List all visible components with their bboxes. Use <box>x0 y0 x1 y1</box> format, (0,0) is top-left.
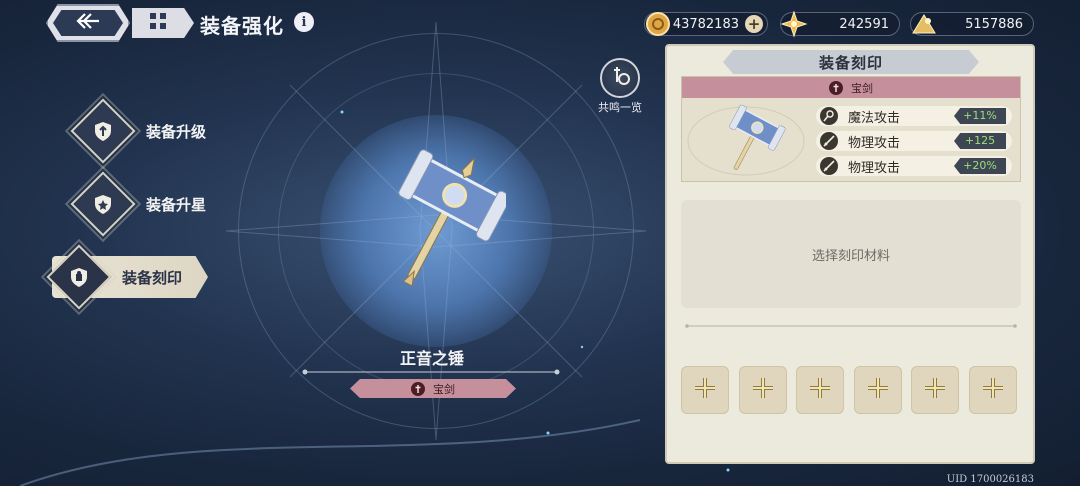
page-title: 装备强化 <box>200 14 284 38</box>
material-slot[interactable] <box>854 366 902 414</box>
card-type-label: 宝剑 <box>851 81 873 95</box>
stat-value: +125 <box>954 133 1006 149</box>
sword-icon <box>820 132 838 150</box>
plus-icon <box>750 375 776 405</box>
gold-value: 43782183 <box>672 16 739 32</box>
currency-gold: 43782183 + <box>644 12 768 36</box>
star-crystal-icon <box>779 9 809 39</box>
item-name-divider <box>302 369 560 375</box>
sword-tag-icon <box>829 80 843 95</box>
material-select-area[interactable]: 选择刻印材料 <box>681 200 1021 308</box>
stat-value: +11% <box>954 108 1006 124</box>
grid-icon <box>149 12 167 34</box>
menu-item-upgrade[interactable]: 装备升级 <box>64 92 207 170</box>
select-material-text: 选择刻印材料 <box>811 248 890 264</box>
sword-shield-icon <box>608 64 632 92</box>
gold-pile-value: 5157886 <box>965 16 1023 32</box>
shield-upgrade-icon <box>92 120 114 142</box>
stat-row: 魔法攻击 +11% <box>816 106 1012 126</box>
plus-icon <box>692 375 718 405</box>
menu-item-star[interactable]: 装备升星 <box>64 165 207 243</box>
back-arrow-icon <box>75 12 101 34</box>
item-type-label: 宝剑 <box>433 382 455 396</box>
sword-icon <box>820 157 838 175</box>
shield-engrave-icon <box>68 266 90 288</box>
material-slot[interactable] <box>739 366 787 414</box>
panel-title: 装备刻印 <box>818 53 883 72</box>
currency-gold-pile: 5157886 <box>910 12 1034 36</box>
stat-name: 物理攻击 <box>848 160 901 176</box>
add-gold-button[interactable]: + <box>745 15 763 33</box>
plus-icon <box>865 375 891 405</box>
engrave-panel: 装备刻印 宝剑 魔法攻击 +11% 物理攻击 +125 物理攻击 +20% 选择… <box>665 44 1035 464</box>
material-slot[interactable] <box>681 366 729 414</box>
menu-label-engrave: 装备刻印 <box>122 268 183 287</box>
material-slot[interactable] <box>796 366 844 414</box>
magic-wand-icon <box>820 107 838 125</box>
stat-name: 物理攻击 <box>848 135 901 151</box>
gold-pile-icon <box>909 9 939 39</box>
menu-label-upgrade: 装备升级 <box>146 122 207 141</box>
menu-item-engrave[interactable]: 装备刻印 <box>40 238 183 316</box>
stat-name: 魔法攻击 <box>848 110 901 126</box>
panel-divider <box>685 324 1017 328</box>
material-slot[interactable] <box>911 366 959 414</box>
gold-coin-icon <box>643 9 673 39</box>
stat-row: 物理攻击 +20% <box>816 156 1012 176</box>
hammer-thumbnail <box>687 104 805 176</box>
home-button[interactable] <box>132 8 194 38</box>
crystal-value: 242591 <box>839 16 889 32</box>
user-id: UID 1700026183 <box>946 474 1034 485</box>
resonance-label: 共鸣一览 <box>598 101 642 114</box>
stat-value: +20% <box>954 158 1006 174</box>
plus-icon <box>807 375 833 405</box>
back-button[interactable] <box>46 4 130 42</box>
sword-tag-icon <box>411 381 425 396</box>
plus-icon <box>922 375 948 405</box>
menu-label-star: 装备升星 <box>146 195 207 214</box>
plus-icon <box>980 375 1006 405</box>
item-name: 正音之锤 <box>399 349 464 368</box>
shield-star-icon <box>92 193 114 215</box>
equipment-card: 宝剑 魔法攻击 +11% 物理攻击 +125 物理攻击 +20% <box>681 76 1021 182</box>
resonance-overview-button[interactable]: 共鸣一览 <box>592 58 648 115</box>
hammer-item-image <box>398 149 506 287</box>
info-icon[interactable]: i <box>294 12 314 32</box>
currency-crystal: 242591 <box>779 9 900 39</box>
item-type-tag: 宝剑 <box>350 379 516 398</box>
material-slot[interactable] <box>969 366 1017 414</box>
stat-row: 物理攻击 +125 <box>816 131 1012 151</box>
